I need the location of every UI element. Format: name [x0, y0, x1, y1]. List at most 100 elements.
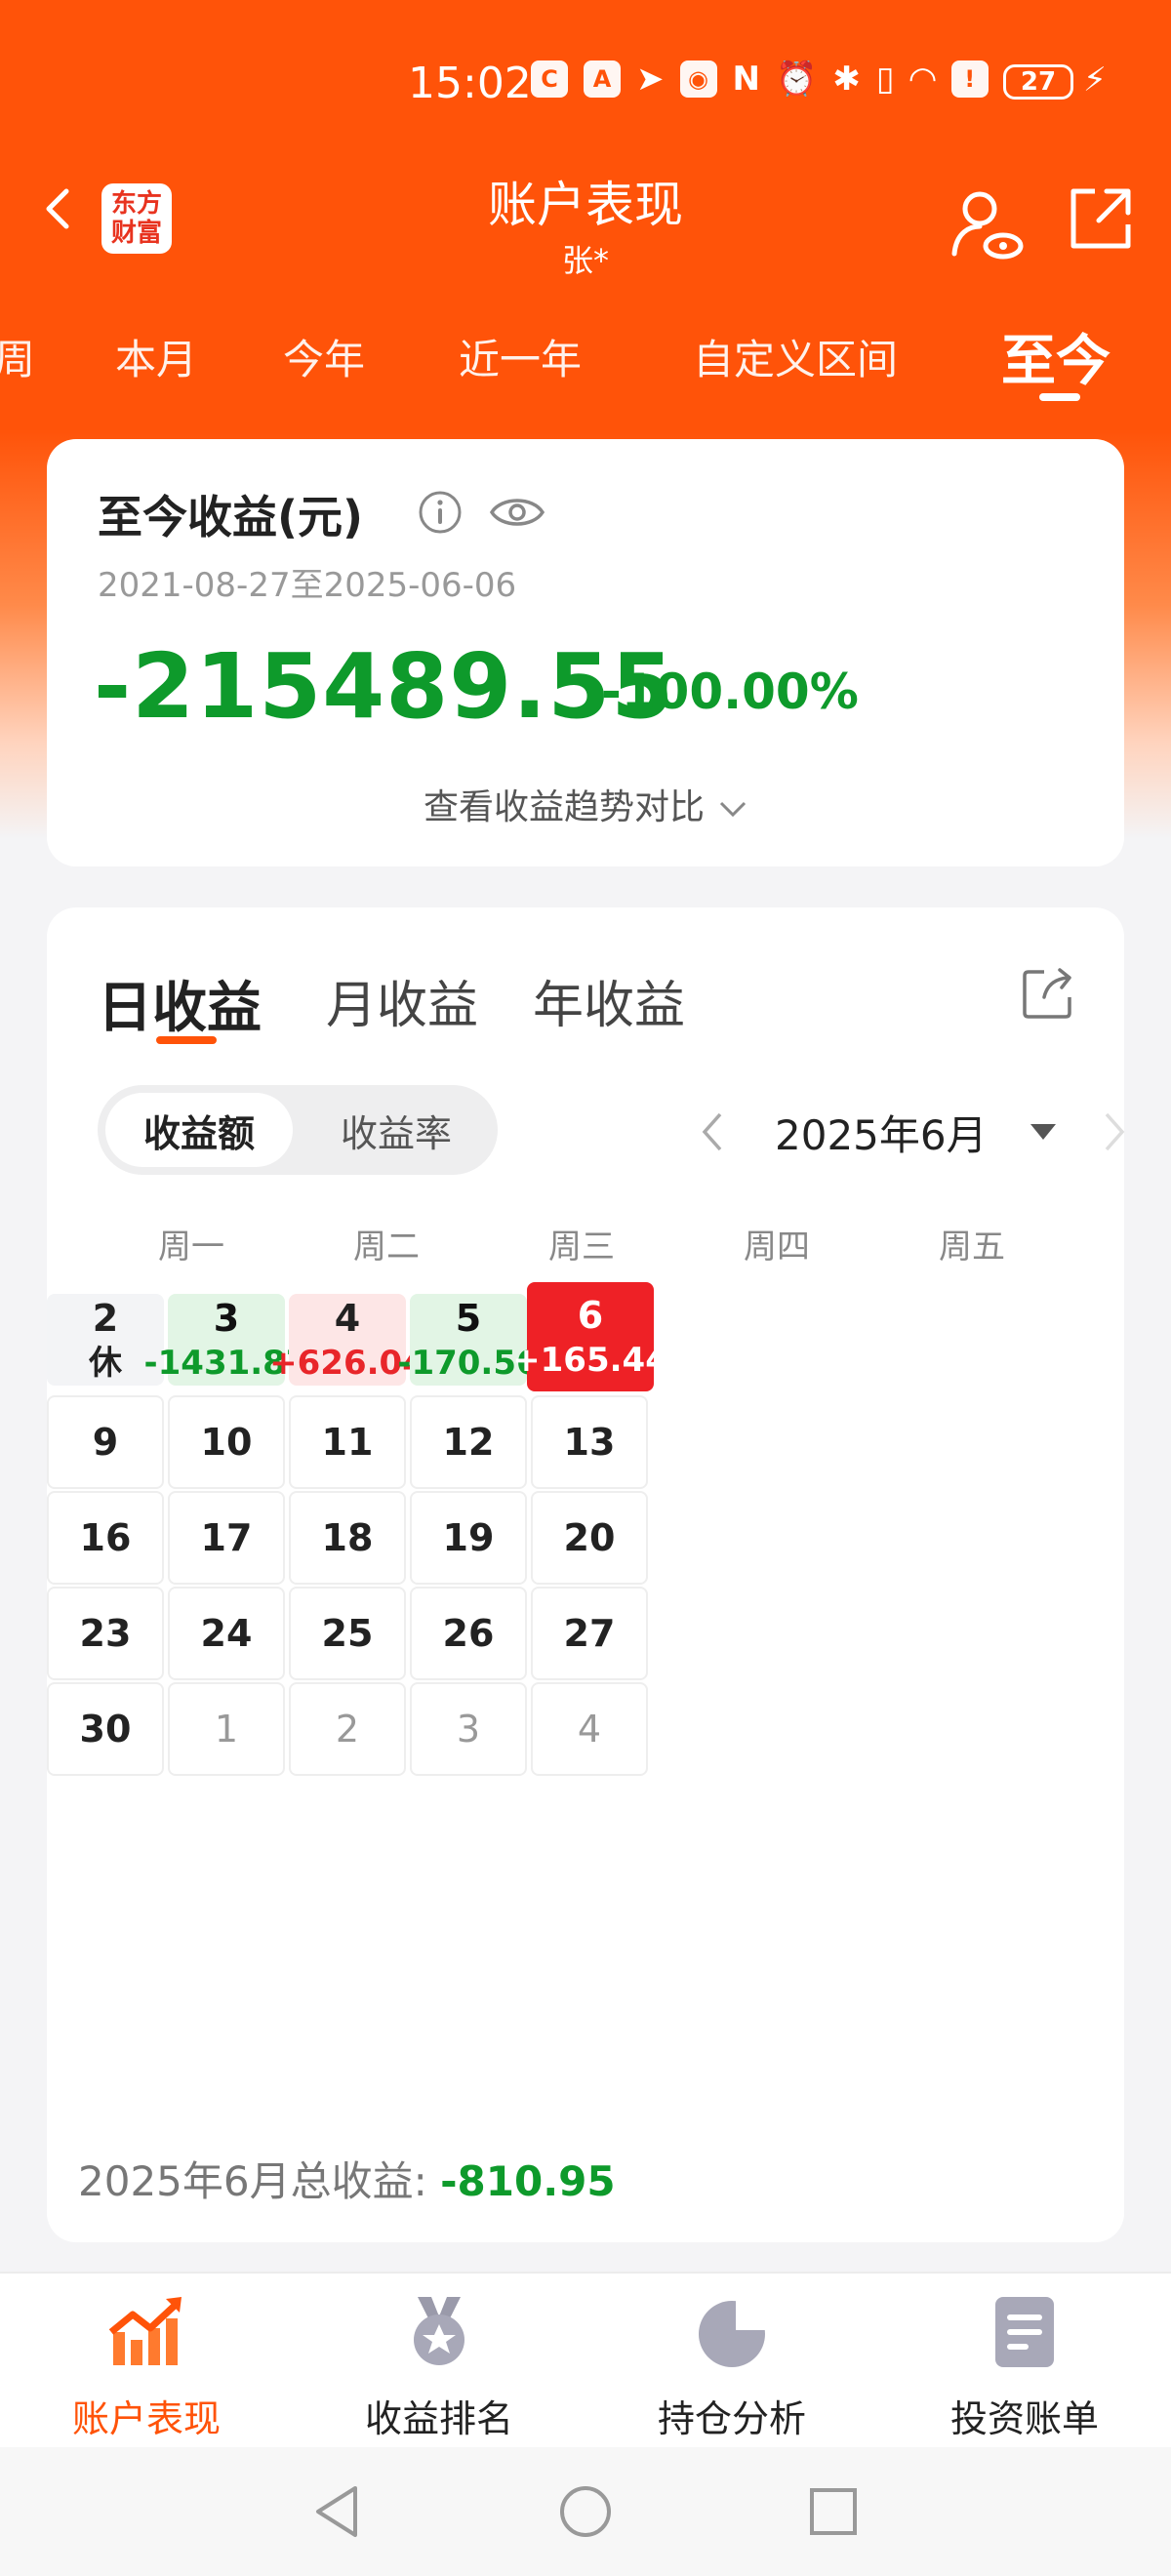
calendar-day-cell[interactable]: 16 [47, 1491, 164, 1585]
calendar-day-cell[interactable]: 2 [289, 1682, 406, 1776]
status-icons: C A ➤ ◉ N ⏰ ✱ ▯ ◠ ! [531, 60, 989, 99]
send-icon: ➤ [636, 60, 665, 99]
user-privacy-icon[interactable] [947, 185, 1025, 263]
calendar-day-cell[interactable]: 27 [531, 1587, 648, 1680]
day-number: 26 [442, 1612, 495, 1655]
day-number: 30 [79, 1708, 132, 1751]
chevron-right-icon[interactable] [1101, 1110, 1128, 1153]
alarm-icon: ⏰ [775, 60, 818, 99]
nav-profit-ranking[interactable]: 收益排名 [293, 2293, 586, 2442]
trend-compare-link[interactable]: 查看收益趋势对比 [47, 779, 1124, 829]
segment-profit-rate[interactable]: 收益率 [303, 1093, 490, 1167]
system-home-icon[interactable] [556, 2482, 615, 2541]
day-number: 12 [442, 1421, 495, 1464]
wifi-icon: ◠ [909, 60, 936, 99]
calendar-day-cell[interactable]: 24 [168, 1587, 285, 1680]
day-number: 2 [92, 1297, 119, 1340]
month-navigator: 2025年6月 [642, 1093, 1125, 1171]
calendar-day-cell[interactable]: 19 [410, 1491, 527, 1585]
system-recents-icon[interactable] [804, 2482, 863, 2541]
nav-investment-bill[interactable]: 投资账单 [878, 2293, 1171, 2442]
weekday-label: 周二 [353, 1228, 420, 1267]
calendar-day-cell[interactable]: 17 [168, 1491, 285, 1585]
nav-label: 账户表现 [71, 2397, 221, 2440]
day-number: 20 [563, 1516, 616, 1559]
trend-chart-icon [108, 2297, 182, 2365]
tab-this-month[interactable]: 本月 [115, 327, 197, 386]
summary-title: 至今收益(元) [98, 491, 364, 543]
tab-custom-range[interactable]: 自定义区间 [693, 327, 898, 386]
day-number: 16 [79, 1516, 132, 1559]
summary-percent: -100.00% [601, 664, 859, 720]
alipay-icon: A [584, 60, 621, 98]
calendar-day-cell[interactable]: 30 [47, 1682, 164, 1776]
calendar-day-cell[interactable]: 9 [47, 1395, 164, 1489]
calendar-day-cell[interactable]: 1 [168, 1682, 285, 1776]
day-number: 6 [577, 1294, 604, 1337]
nav-holdings-analysis[interactable]: 持仓分析 [586, 2293, 878, 2442]
month-label[interactable]: 2025年6月 [775, 1103, 988, 1162]
tab-last-year[interactable]: 近一年 [459, 327, 582, 386]
chevron-left-icon[interactable] [699, 1110, 726, 1153]
month-total: 2025年6月总收益: -810.95 [78, 2149, 616, 2208]
tab-monthly-profit[interactable]: 月收益 [326, 964, 478, 1037]
tab-daily-profit[interactable]: 日收益 [98, 964, 262, 1043]
calendar-day-cell[interactable]: 18 [289, 1491, 406, 1585]
tab-yearly-profit[interactable]: 年收益 [533, 964, 685, 1037]
segment-profit-amount[interactable]: 收益额 [105, 1093, 293, 1167]
day-number: 23 [79, 1612, 132, 1655]
summary-card: 至今收益(元) 2021-08-27至2025-06-06 -215489.55… [47, 439, 1124, 866]
nav-account-performance[interactable]: 账户表现 [0, 2293, 293, 2442]
alert-icon: ! [950, 60, 989, 98]
calendar-day-cell[interactable]: 3 [410, 1682, 527, 1776]
month-total-value: -810.95 [440, 2157, 616, 2205]
nfc-icon: N [732, 60, 760, 99]
tab-week[interactable]: 周 [0, 327, 35, 386]
weekday-header: 周一 周二 周三 周四 周五 [47, 1220, 1124, 1268]
calendar-day-cell[interactable]: 23 [47, 1587, 164, 1680]
day-number: 3 [213, 1297, 240, 1340]
dropdown-triangle-icon[interactable] [1029, 1122, 1058, 1142]
day-number: 5 [455, 1297, 482, 1340]
day-number: 4 [577, 1708, 602, 1751]
tab-this-year[interactable]: 今年 [283, 327, 365, 386]
app-header: 东方财富 账户表现 张* [0, 156, 1171, 283]
weekday-label: 周五 [939, 1228, 1005, 1267]
battery-icon: 27 [1003, 64, 1073, 100]
calendar-day-cell[interactable]: 26 [410, 1587, 527, 1680]
day-number: 13 [563, 1421, 616, 1464]
charging-icon: ⚡ [1083, 60, 1107, 100]
calendar-day-cell[interactable]: 11 [289, 1395, 406, 1489]
tab-to-date[interactable]: 至今 [1001, 317, 1110, 396]
calendar-day-cell[interactable]: 6 +165.44 [512, 1282, 668, 1391]
calendar-day-cell[interactable]: 3 -1431.87 [144, 1294, 309, 1386]
chick-app-icon: ◉ [679, 60, 717, 98]
status-bar: 15:02 C A ➤ ◉ N ⏰ ✱ ▯ ◠ ! 27 ⚡ [0, 49, 1171, 127]
share-icon[interactable] [1066, 185, 1134, 254]
holiday-label: 休 [89, 1344, 122, 1383]
day-number: 25 [321, 1612, 374, 1655]
weekday-label: 周三 [548, 1228, 615, 1267]
export-icon[interactable] [1021, 966, 1075, 1021]
bill-icon [995, 2297, 1054, 2367]
metric-toggle: 收益额 收益率 [98, 1085, 498, 1175]
day-number: 19 [442, 1516, 495, 1559]
vibrate-icon: ▯ [875, 60, 895, 99]
calendar-day-cell[interactable]: 12 [410, 1395, 527, 1489]
calendar-day-cell[interactable]: 20 [531, 1491, 648, 1585]
day-number: 2 [335, 1708, 360, 1751]
calendar-day-cell[interactable]: 13 [531, 1395, 648, 1489]
eye-icon[interactable] [488, 492, 546, 533]
calendar-day-cell[interactable]: 5 -170.56 [397, 1294, 540, 1386]
day-number: 24 [200, 1612, 253, 1655]
summary-date-range: 2021-08-27至2025-06-06 [98, 566, 517, 605]
calendar-day-cell[interactable]: 4 +626.04 [269, 1294, 425, 1386]
calendar-day-cell[interactable]: 10 [168, 1395, 285, 1489]
month-total-label: 2025年6月总收益: [78, 2157, 441, 2205]
day-number: 1 [214, 1708, 239, 1751]
system-back-icon[interactable] [308, 2482, 367, 2541]
bottom-nav: 账户表现 收益排名 持仓分析 投资账单 [0, 2272, 1171, 2449]
info-icon[interactable] [418, 490, 463, 535]
calendar-day-cell[interactable]: 25 [289, 1587, 406, 1680]
calendar-day-cell[interactable]: 4 [531, 1682, 648, 1776]
